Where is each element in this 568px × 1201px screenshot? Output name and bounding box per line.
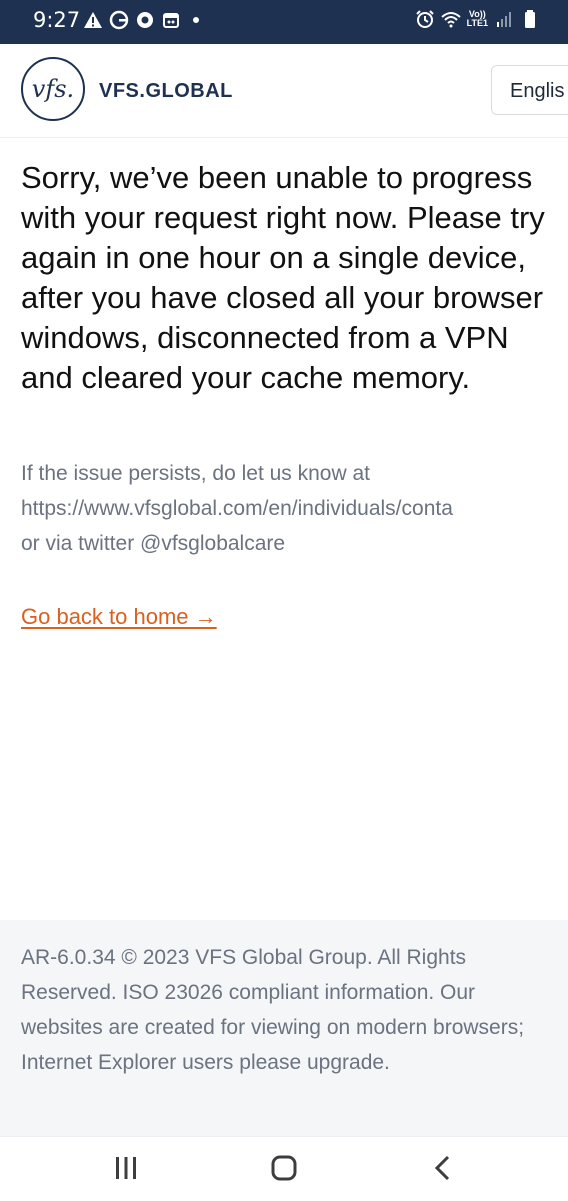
alarm-icon xyxy=(415,10,434,28)
warning-icon xyxy=(84,12,102,28)
battery-icon xyxy=(525,10,535,28)
status-bar: 9:27 Vo)) LTE1 xyxy=(0,0,568,44)
status-left-icons xyxy=(83,10,199,30)
volte-icon: Vo)) LTE1 xyxy=(466,9,488,28)
recent-apps-icon[interactable] xyxy=(111,1153,141,1183)
go-back-home-link[interactable]: Go back to home → xyxy=(21,604,217,630)
support-twitter-line: or via twitter @vfsglobalcare xyxy=(21,532,286,555)
home-icon[interactable] xyxy=(269,1153,299,1183)
signal-icon xyxy=(497,12,511,27)
notification-dot-icon xyxy=(193,17,199,23)
status-right-icons: Vo)) LTE1 xyxy=(415,9,540,29)
vfs-logo[interactable]: vfs. xyxy=(21,57,85,121)
status-time: 9:27 xyxy=(33,8,81,32)
error-headline: Sorry, we’ve been unable to progress wit… xyxy=(21,160,545,395)
google-icon xyxy=(109,10,129,30)
android-nav-bar xyxy=(0,1136,568,1201)
site-footer: AR-6.0.34 © 2023 VFS Global Group. All R… xyxy=(0,920,568,1136)
calendar-icon xyxy=(163,13,179,28)
site-header: vfs. VFS.GLOBAL Englis xyxy=(0,44,568,138)
support-info: If the issue persists, do let us know at… xyxy=(21,456,568,561)
wifi-icon xyxy=(440,12,461,28)
logo-text[interactable]: VFS.GLOBAL xyxy=(99,80,233,103)
logo-mark: vfs. xyxy=(31,75,75,103)
support-info-line-1: If the issue persists, do let us know at xyxy=(21,462,371,485)
support-url-link[interactable]: https://www.vfsglobal.com/en/individuals… xyxy=(21,491,568,526)
language-selector-button[interactable]: Englis xyxy=(491,65,568,115)
footer-copyright: AR-6.0.34 © 2023 VFS Global Group. All R… xyxy=(21,946,525,1074)
record-icon xyxy=(137,12,153,28)
back-icon[interactable] xyxy=(428,1153,458,1183)
